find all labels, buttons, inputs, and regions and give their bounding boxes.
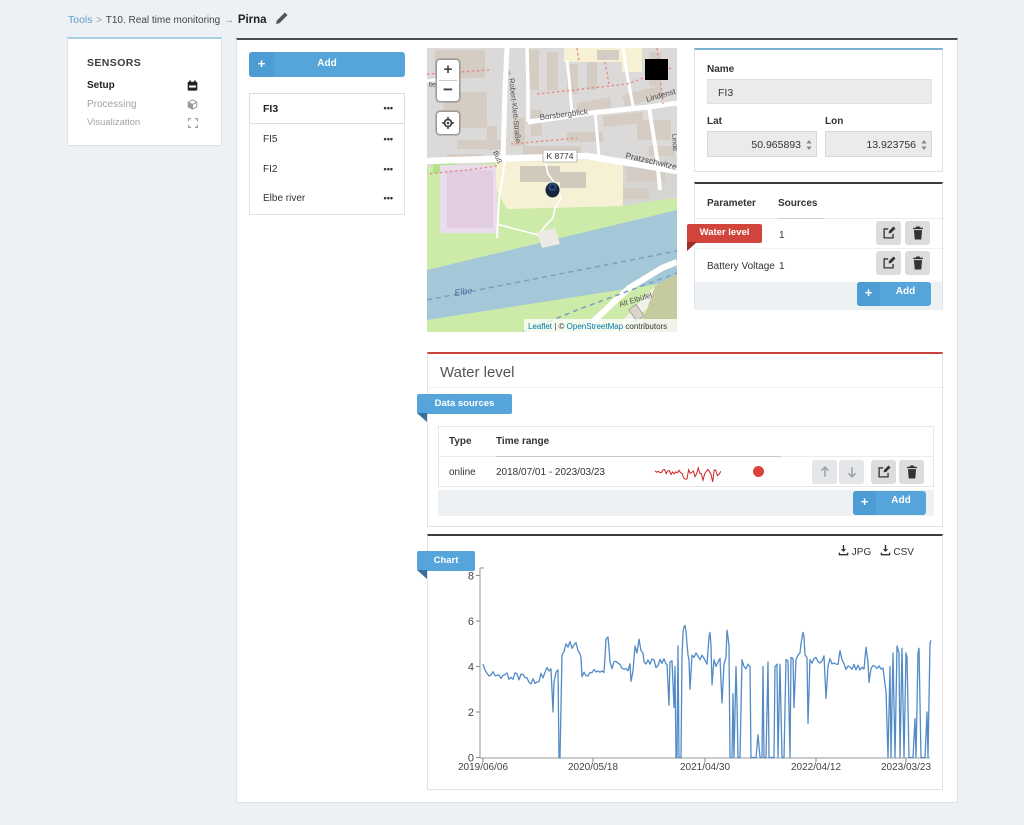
svg-text:2021/04/30: 2021/04/30 (680, 762, 730, 773)
svg-text:Linde: Linde (670, 134, 677, 152)
svg-text:8: 8 (468, 571, 474, 583)
svg-text:K 8774: K 8774 (547, 151, 574, 161)
svg-text:4: 4 (468, 662, 474, 674)
svg-text:2023/03/23: 2023/03/23 (881, 762, 931, 773)
svg-text:2019/06/06: 2019/06/06 (458, 762, 508, 773)
svg-text:2020/05/18: 2020/05/18 (568, 762, 618, 773)
svg-text:6: 6 (468, 616, 474, 628)
svg-text:2: 2 (468, 707, 474, 719)
svg-text:2022/04/12: 2022/04/12 (791, 762, 841, 773)
svg-text:Leaflet | © OpenStreetMap cont: Leaflet | © OpenStreetMap contributors (528, 322, 667, 331)
